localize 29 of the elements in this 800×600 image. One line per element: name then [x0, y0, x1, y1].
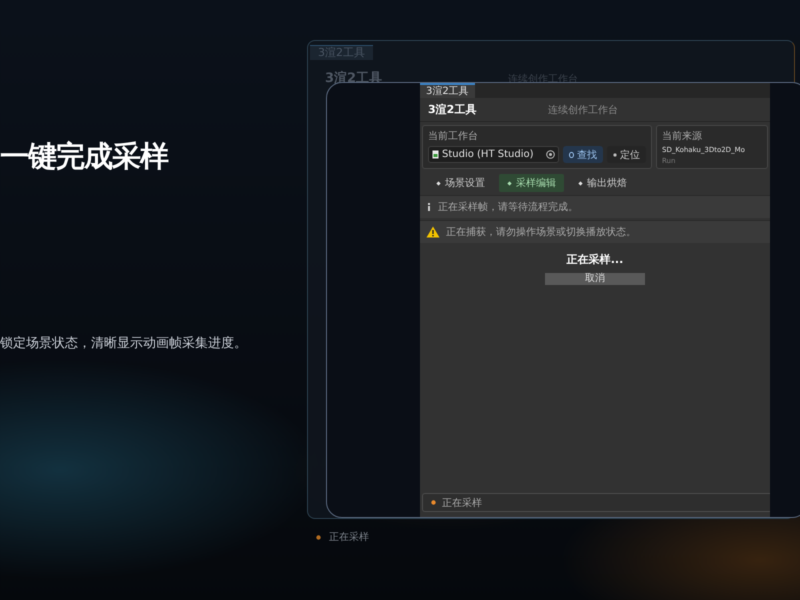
- warning-icon: [426, 226, 440, 238]
- window-tab[interactable]: 3渲2工具: [420, 83, 475, 98]
- slide-description: 锁定场景状态，清晰显示动画帧采集进度。: [0, 335, 247, 352]
- app-subtitle: 连续创作工作台: [548, 104, 618, 116]
- dot-icon: [613, 152, 617, 156]
- slide-headline: 一键完成采样: [0, 138, 168, 175]
- document-icon: [432, 150, 439, 159]
- info-text: 正在采样帧，请等待流程完成。: [438, 200, 578, 214]
- diamond-icon: [578, 180, 583, 186]
- status-text: 正在采样: [442, 496, 482, 510]
- status-reflection-text: 正在采样: [329, 530, 369, 544]
- workspace-label: 当前工作台: [428, 130, 479, 143]
- workspace-field[interactable]: Studio (HT Studio): [428, 146, 559, 163]
- mode-tab[interactable]: 输出烘焙: [570, 174, 635, 192]
- locate-button[interactable]: 定位: [607, 146, 646, 163]
- find-button[interactable]: 查找: [563, 146, 603, 163]
- warning-text: 正在捕获，请勿操作场景或切换播放状态。: [446, 226, 636, 239]
- source-label: 当前来源: [662, 130, 703, 143]
- info-icon: [426, 202, 432, 212]
- status-dot-icon: [316, 534, 321, 540]
- clear-icon: [546, 150, 555, 159]
- diamond-icon: [436, 180, 441, 186]
- app-title: 3渲2工具: [428, 102, 478, 117]
- mode-tab[interactable]: 采样编辑: [499, 174, 564, 192]
- diamond-icon: [507, 180, 512, 186]
- mode-tab[interactable]: 场景设置: [428, 174, 493, 192]
- status-dot-icon: [431, 500, 436, 505]
- progress-title: 正在采样...: [566, 252, 624, 267]
- cancel-button[interactable]: 取消: [545, 273, 645, 285]
